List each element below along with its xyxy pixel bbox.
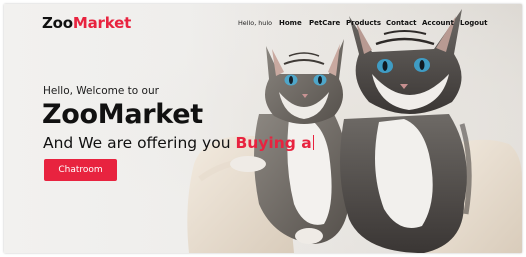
hero-title: ZooMarket [42,99,203,130]
nav-products[interactable]: Products [346,19,381,27]
brand-logo-part1: Zoo [42,14,73,32]
brand-logo[interactable]: ZooMarket [42,14,131,32]
hero-offer-prefix: And We are offering you [43,134,231,152]
typing-cursor [312,135,315,150]
hero-offer-typed: Buying a [235,134,312,152]
nav-home[interactable]: Home [279,19,302,27]
brand-logo-part2: Market [72,14,132,32]
hero-greeting: Hello, Welcome to our [43,85,159,97]
user-greeting: Hello, hulo [238,19,273,27]
nav-account[interactable]: Account [422,19,454,27]
chatroom-button[interactable]: Chatroom [44,159,117,181]
hero-section: ZooMarket Hello, hulo Home PetCare Produ… [4,4,522,253]
nav-logout[interactable]: Logout [460,19,487,27]
navbar: ZooMarket Hello, hulo Home PetCare Produ… [4,4,522,44]
nav-contact[interactable]: Contact [386,19,417,27]
nav-petcare[interactable]: PetCare [309,19,340,27]
hero-offer: And We are offering you Buying a [43,134,315,152]
